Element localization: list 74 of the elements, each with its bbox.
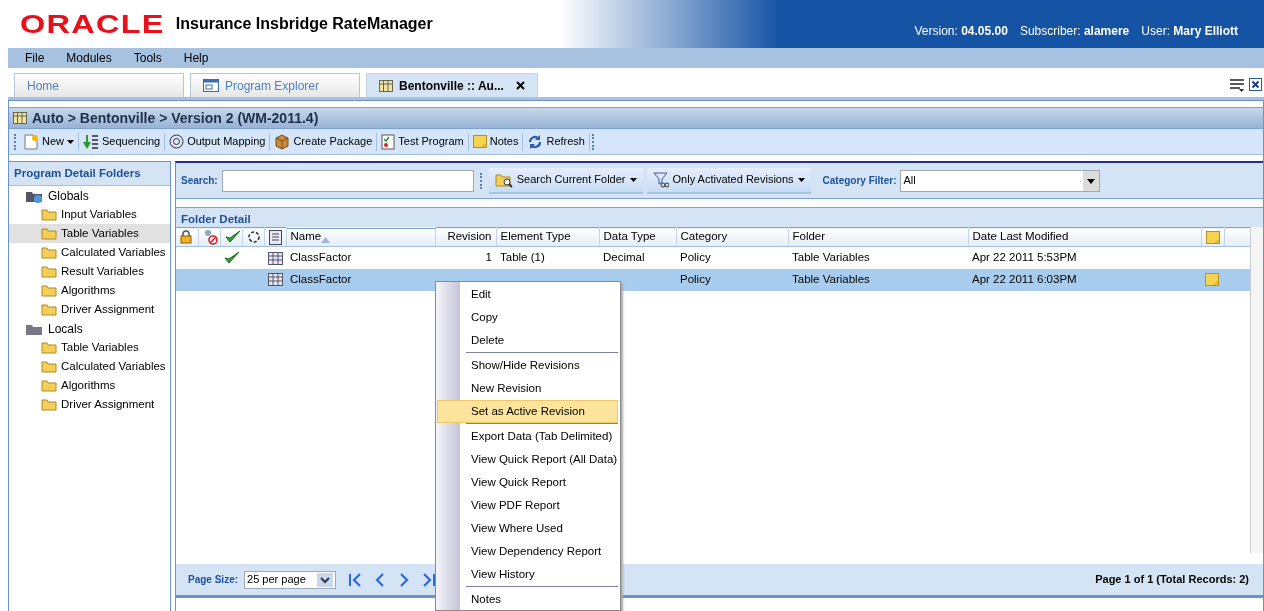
dropdown-button[interactable]: Search Current Folder — [488, 167, 643, 194]
column-header[interactable]: Revision — [436, 227, 496, 247]
tree-item[interactable]: Locals — [9, 319, 170, 339]
tree-item[interactable]: Globals — [9, 186, 170, 206]
toolbar-button[interactable]: Create Package — [270, 132, 378, 151]
menu-item[interactable]: Export Data (Tab Delimited) — [437, 425, 618, 448]
menu-item[interactable]: Show/Hide Revisions — [437, 354, 618, 377]
toolbar-button[interactable]: Test Program — [377, 132, 469, 151]
menu-item[interactable]: Delete — [437, 329, 618, 352]
menu-item[interactable]: Edit — [437, 283, 618, 306]
header-info: Subscriber: alamere — [1019, 23, 1130, 40]
tree-item[interactable]: Calculated Variables — [9, 357, 170, 377]
tree-item[interactable]: Table Variables — [9, 224, 170, 244]
dropdown-button[interactable]: Only Activated Revisions — [646, 167, 811, 194]
menu-item[interactable]: View Quick Report (All Data) — [437, 448, 618, 471]
tree-item[interactable]: Algorithms — [9, 376, 170, 396]
toolbar-button[interactable]: New — [19, 132, 79, 151]
column-header[interactable]: Folder — [788, 227, 968, 247]
menu-item[interactable]: View Quick Report — [437, 471, 618, 494]
column-header[interactable]: Data Type — [599, 227, 676, 247]
menu-item[interactable]: Set as Active Revision — [437, 400, 618, 423]
menu-item[interactable]: Tools — [133, 49, 162, 67]
table-cell: 1 — [436, 246, 496, 269]
field-label: Page Size: — [188, 573, 239, 587]
table-cell: Decimal — [599, 246, 676, 269]
tree-item[interactable]: Result Variables — [9, 262, 170, 282]
menu-item[interactable]: Modules — [66, 49, 112, 67]
column-header[interactable]: Date Last Modified — [968, 227, 1201, 247]
toolbar-button[interactable]: Sequencing — [79, 132, 166, 151]
column-header[interactable]: Category — [676, 227, 788, 247]
page-summary: Page 1 of 1 (Total Records: 2) — [1095, 572, 1250, 588]
tree-item[interactable]: Calculated Variables — [9, 243, 170, 263]
menu-item[interactable]: View Where Used — [437, 517, 618, 540]
field-label: Category Filter: — [822, 174, 897, 188]
menu-item[interactable]: View PDF Report — [437, 494, 618, 517]
category-dropdown[interactable]: All — [900, 169, 1101, 192]
app-title: Insurance Insbridge RateManager — [175, 14, 433, 34]
menu-item[interactable]: Notes — [437, 588, 618, 611]
toolbar-button[interactable]: Output Mapping — [165, 132, 271, 151]
tree-item[interactable]: Algorithms — [9, 281, 170, 301]
column-header[interactable]: Element Type — [496, 227, 599, 247]
tree-item[interactable]: Table Variables — [9, 338, 170, 358]
toolbar-button[interactable]: Refresh — [523, 132, 590, 151]
table-cell: Table Variables — [788, 268, 968, 291]
table-cell: ClassFactor — [286, 268, 436, 291]
toolbar-button[interactable]: Notes — [468, 132, 524, 151]
header-info: User: Mary Elliott — [1141, 23, 1238, 40]
field-label: Search: — [181, 174, 218, 188]
logo: ORACLE — [20, 7, 165, 41]
table-cell: ClassFactor — [286, 246, 436, 269]
table-cell: Table (1) — [496, 246, 599, 269]
page-size-dropdown[interactable]: 25 per page — [244, 570, 337, 589]
menu-item[interactable]: Help — [183, 49, 209, 67]
tree-item[interactable]: Driver Assignment — [9, 395, 170, 415]
tab[interactable]: Home — [14, 73, 184, 97]
table-cell: Apr 22 2011 5:53PM — [968, 246, 1201, 269]
menu-item[interactable]: File — [25, 49, 45, 67]
breadcrumb: Auto > Bentonville > Version 2 (WM-2011.4) — [32, 108, 319, 128]
table-cell: Policy — [676, 268, 788, 291]
tree-item[interactable]: Driver Assignment — [9, 300, 170, 320]
panel-title: Program Detail Folders — [9, 162, 170, 187]
column-header[interactable]: Name — [286, 227, 436, 247]
tab[interactable]: Program Explorer — [190, 73, 360, 97]
tab[interactable]: Bentonville :: Au... — [366, 73, 538, 97]
menu-item[interactable]: View History — [437, 563, 618, 586]
section-title: Folder Detail — [176, 207, 1263, 227]
tree-item[interactable]: Input Variables — [9, 205, 170, 225]
menu-item[interactable]: New Revision — [437, 377, 618, 400]
table-cell: Apr 22 2011 6:03PM — [968, 268, 1201, 291]
header-info: Version: 04.05.00 — [914, 23, 1008, 40]
table-cell: Policy — [676, 246, 788, 269]
menu-item[interactable]: View Dependency Report — [437, 540, 618, 563]
table-cell: Table Variables — [788, 246, 968, 269]
menu-item[interactable]: Copy — [437, 306, 618, 329]
